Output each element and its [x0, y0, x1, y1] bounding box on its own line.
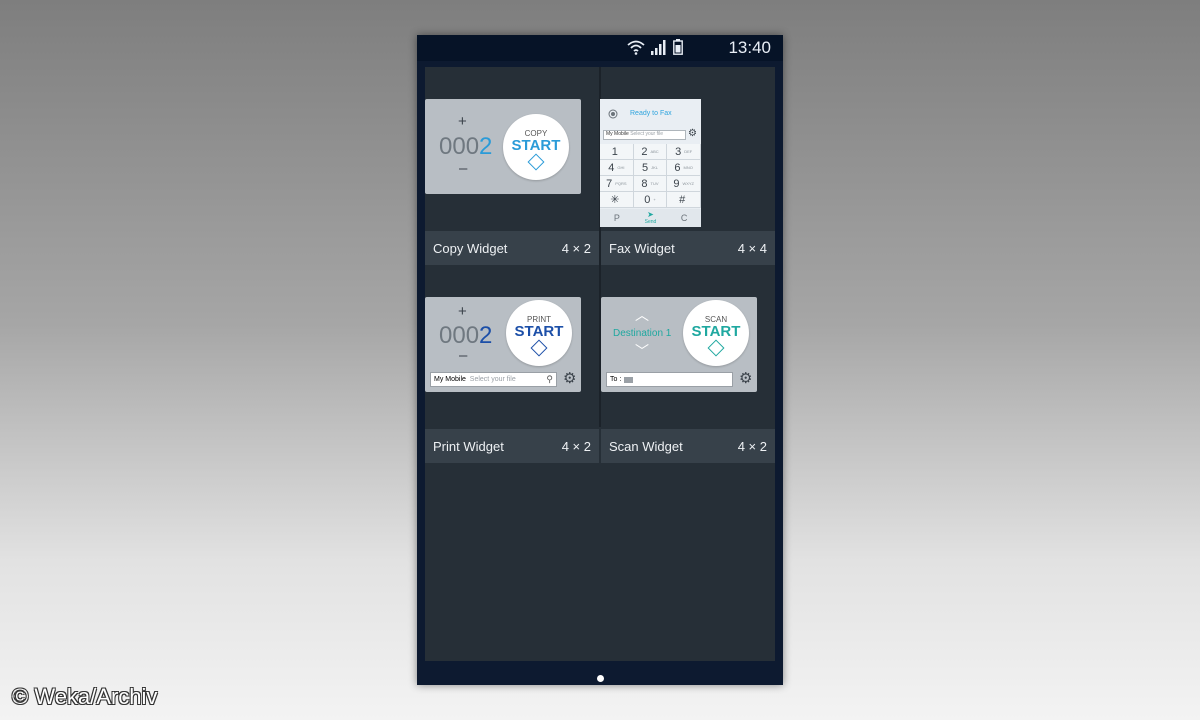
- fax-widget-caption[interactable]: Fax Widget 4 × 4: [601, 231, 775, 265]
- decrement-icon: –: [459, 347, 468, 364]
- fax-key-number: 5: [641, 161, 649, 174]
- fax-file-field: My Mobile Select your file: [603, 130, 686, 140]
- fax-pause-key: P: [613, 213, 620, 223]
- copy-count: 0002: [439, 133, 493, 160]
- phone-screen: 13:40 + 0002 – COPY START Copy Widget 4 …: [417, 35, 783, 685]
- scan-widget-caption[interactable]: Scan Widget 4 × 2: [601, 429, 775, 463]
- destination-down-icon: ﹀: [635, 343, 649, 359]
- print-count: 0002: [439, 322, 493, 349]
- fax-key: 2 ABC: [633, 144, 668, 160]
- fax-key-number: 7: [606, 177, 613, 190]
- fax-key-number: 8: [641, 177, 648, 190]
- fax-key-number: 6: [674, 161, 681, 174]
- fax-key-letters: DEF: [684, 149, 693, 154]
- fax-send-key: ➤ Send: [644, 210, 657, 226]
- fax-key-number: 4: [608, 161, 615, 174]
- status-time: 13:40: [728, 38, 771, 57]
- signal-icon: [651, 39, 666, 55]
- fax-key-letters: GHI: [617, 165, 625, 170]
- start-label: START: [514, 323, 564, 340]
- increment-icon: +: [458, 113, 467, 130]
- fax-key-number: #: [679, 193, 686, 206]
- fax-key-number: 1: [611, 145, 618, 158]
- scan-to-field: To :: [606, 372, 733, 387]
- fax-keypad: 1 2 ABC 3 DEF 4 GHI 5 JKL 6 MNO 7 PQRS 8 TUV 9 WXYZ ✳ 0 + #: [600, 144, 701, 208]
- battery-icon: [673, 39, 683, 55]
- fax-key-letters: +: [653, 197, 656, 202]
- fax-header: Ready to Fax: [600, 99, 701, 129]
- copy-start-button: COPY START: [503, 114, 569, 180]
- fax-key: 8 TUV: [633, 176, 668, 192]
- fax-key: 3 DEF: [667, 144, 701, 160]
- fax-status: Ready to Fax: [630, 110, 672, 117]
- increment-icon: +: [458, 303, 467, 320]
- widget-size: 4 × 2: [737, 438, 767, 454]
- fax-key-letters: JKL: [651, 165, 658, 170]
- wifi-icon: [627, 40, 645, 55]
- page-indicator-dot[interactable]: [597, 675, 604, 682]
- start-label: START: [511, 137, 561, 154]
- widget-title: Fax Widget: [609, 240, 675, 256]
- fax-key: 0 +: [633, 192, 668, 208]
- copy-widget-preview[interactable]: + 0002 – COPY START: [425, 99, 581, 194]
- fax-key-number: 9: [673, 177, 680, 190]
- print-file-field: My Mobile Select your file ⚲: [430, 372, 557, 387]
- scan-settings-icon: ⚙: [739, 370, 753, 387]
- widget-panel: + 0002 – COPY START Copy Widget 4 × 2 Re: [425, 67, 775, 661]
- scan-start-button: SCAN START: [683, 300, 749, 366]
- decrement-icon: –: [459, 160, 468, 177]
- print-settings-icon: ⚙: [563, 370, 577, 387]
- fax-settings-icon: ⚙: [688, 128, 697, 139]
- status-bar: 13:40: [417, 35, 783, 61]
- start-diamond-icon: [707, 339, 725, 357]
- start-diamond-icon: [530, 339, 548, 357]
- fax-key-letters: MNO: [683, 165, 693, 170]
- fax-key: 1: [600, 144, 634, 160]
- fax-key: 6 MNO: [667, 160, 701, 176]
- copy-widget-caption[interactable]: Copy Widget 4 × 2: [425, 231, 599, 265]
- search-icon: ⚲: [546, 374, 553, 384]
- keyboard-icon: [624, 376, 634, 383]
- print-widget-caption[interactable]: Print Widget 4 × 2: [425, 429, 599, 463]
- fax-key: 4 GHI: [600, 160, 634, 176]
- print-start-button: PRINT START: [506, 300, 572, 366]
- fax-key-number: 3: [675, 145, 682, 158]
- fax-key-letters: WXYZ: [682, 181, 694, 186]
- fax-key-number: 0: [644, 193, 651, 206]
- destination-up-icon: ︿: [635, 307, 649, 323]
- fax-key: #: [667, 192, 701, 208]
- fax-key-letters: ABC: [650, 149, 659, 154]
- scan-destination: Destination 1: [613, 328, 672, 339]
- fax-key: 9 WXYZ: [667, 176, 701, 192]
- fax-actions: P ➤ Send C: [600, 209, 701, 227]
- widget-size: 4 × 4: [737, 240, 767, 256]
- fax-key: 7 PQRS: [600, 176, 634, 192]
- fax-key-number: ✳: [610, 194, 620, 206]
- start-diamond-icon: [527, 153, 545, 171]
- fax-key-number: 2: [641, 145, 648, 158]
- scan-widget-preview[interactable]: ︿ Destination 1 ﹀ SCAN START To : ⚙: [601, 297, 757, 392]
- fax-key: 5 JKL: [633, 160, 668, 176]
- fax-clear-key: C: [680, 213, 688, 223]
- fax-key-letters: TUV: [650, 181, 659, 186]
- widget-title: Scan Widget: [609, 438, 683, 454]
- widget-title: Print Widget: [433, 438, 504, 454]
- fax-key-letters: PQRS: [615, 181, 627, 186]
- widget-size: 4 × 2: [561, 240, 591, 256]
- print-widget-preview[interactable]: + 0002 – PRINT START My Mobile Select yo…: [425, 297, 581, 392]
- fax-widget-preview[interactable]: Ready to Fax My Mobile Select your file …: [600, 99, 701, 227]
- watermark: © Weka/Archiv: [12, 684, 158, 709]
- fax-status-icon: [608, 109, 618, 119]
- start-label: START: [691, 323, 741, 340]
- widget-size: 4 × 2: [561, 438, 591, 454]
- send-arrow-icon: ➤: [647, 210, 654, 219]
- widget-title: Copy Widget: [433, 240, 508, 256]
- fax-key: ✳: [600, 192, 634, 208]
